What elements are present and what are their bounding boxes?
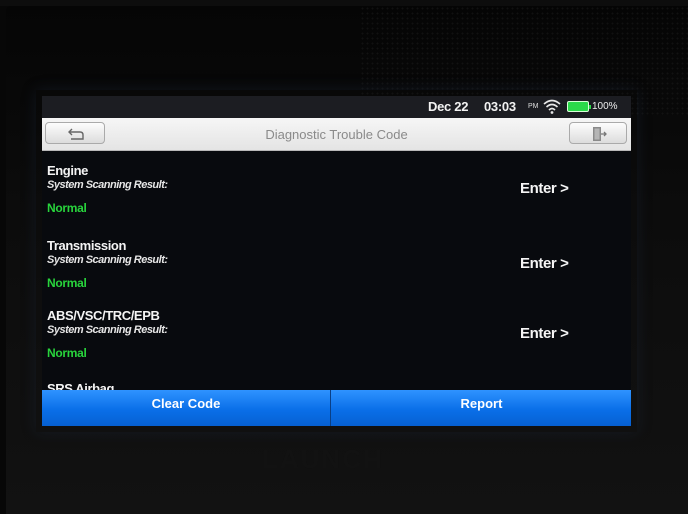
wifi-icon	[543, 99, 561, 115]
system-name: ABS/VSC/TRC/EPB	[47, 308, 160, 323]
status-date: Dec 22	[428, 99, 469, 114]
status-ampm: PM	[528, 103, 539, 110]
action-bar: Clear Code Report	[42, 390, 631, 426]
system-row-abs[interactable]: ABS/VSC/TRC/EPB System Scanning Result: …	[42, 296, 631, 366]
scan-result-label: System Scanning Result:	[47, 254, 168, 266]
report-button[interactable]: Report	[332, 390, 631, 426]
exit-door-icon	[593, 127, 607, 141]
clear-code-button[interactable]: Clear Code	[42, 390, 330, 426]
system-row-partial[interactable]: SRS Airbag	[47, 379, 114, 390]
status-time: 03:03	[484, 99, 516, 114]
system-row-transmission[interactable]: Transmission System Scanning Result: Nor…	[42, 226, 631, 296]
page-title: Diagnostic Trouble Code	[265, 127, 408, 142]
exit-button[interactable]	[569, 122, 627, 144]
system-row-engine[interactable]: Engine System Scanning Result: Normal En…	[42, 151, 631, 221]
scan-result-label: System Scanning Result:	[47, 179, 168, 191]
battery-percent: 100%	[592, 101, 618, 112]
scan-status: Normal	[47, 276, 87, 290]
device-photo: Dec 22 03:03 PM 100% Diagnostic Trouble …	[0, 0, 688, 514]
brand-logo: LAUNCH	[262, 444, 384, 474]
enter-button[interactable]: Enter >	[520, 180, 569, 197]
status-bar: Dec 22 03:03 PM 100%	[42, 96, 631, 118]
device-screen: Dec 22 03:03 PM 100% Diagnostic Trouble …	[42, 96, 631, 426]
enter-button[interactable]: Enter >	[520, 325, 569, 342]
title-bar: Diagnostic Trouble Code	[42, 118, 631, 151]
system-name: Engine	[47, 163, 88, 178]
action-divider	[330, 390, 331, 426]
system-name: Transmission	[47, 238, 127, 253]
scan-status: Normal	[47, 201, 87, 215]
battery-full-icon	[567, 101, 591, 112]
enter-button[interactable]: Enter >	[520, 255, 569, 272]
system-list: Engine System Scanning Result: Normal En…	[42, 151, 631, 390]
scan-result-label: System Scanning Result:	[47, 324, 168, 336]
scan-status: Normal	[47, 346, 87, 360]
